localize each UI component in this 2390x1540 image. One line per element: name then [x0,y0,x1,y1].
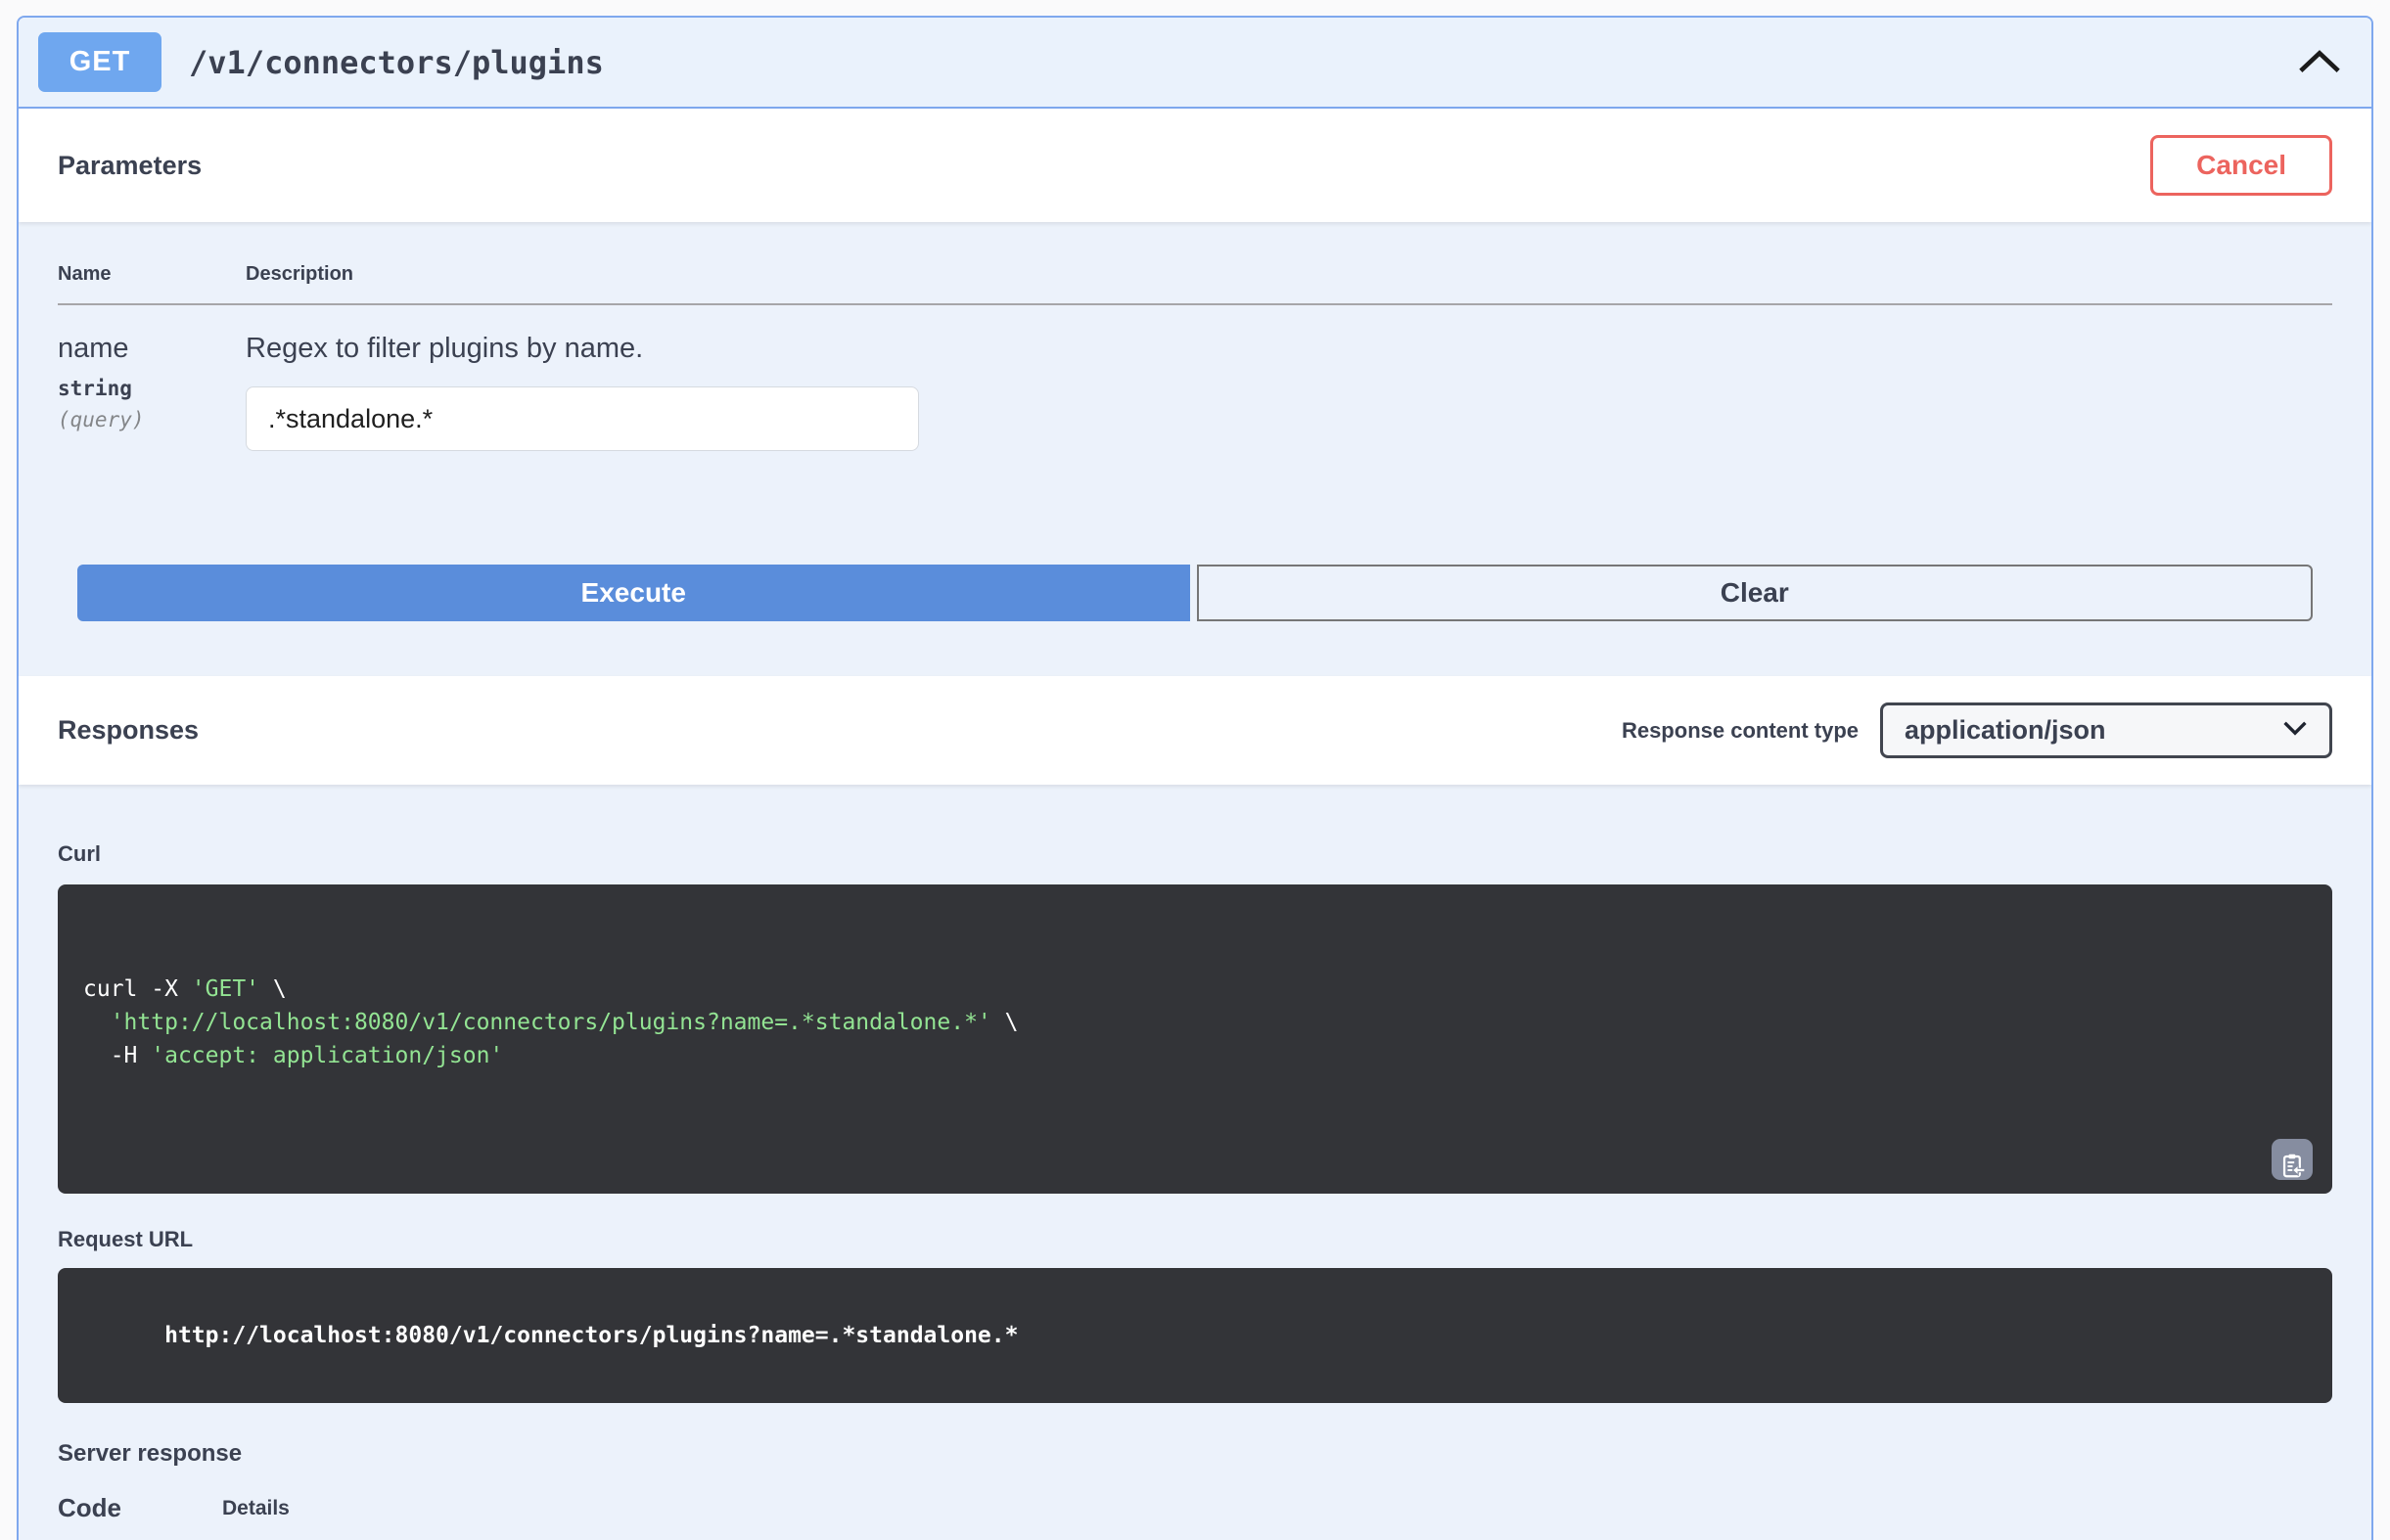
copy-to-clipboard-button[interactable] [2272,1139,2313,1180]
responses-header: Responses Response content type applicat… [19,676,2371,785]
parameters-header: Parameters Cancel [19,109,2371,222]
execute-button[interactable]: Execute [77,565,1190,621]
responses-title: Responses [58,715,1622,746]
parameter-name: name [58,333,246,365]
parameter-description-cell: Regex to filter plugins by name. [246,305,2332,451]
response-content-type-label: Response content type [1622,718,1859,744]
server-response-table: Code Details 200 Response body [ { "name… [58,1493,2332,1540]
operation-block-get: GET /v1/connectors/plugins Parameters Ca… [17,16,2373,1540]
operation-summary[interactable]: GET /v1/connectors/plugins [19,18,2371,109]
curl-command-text: curl -X 'GET' \ 'http://localhost:8080/v… [83,973,2307,1072]
request-url-text: http://localhost:8080/v1/connectors/plug… [164,1323,1018,1348]
http-method-badge: GET [38,32,161,92]
curl-command-block: curl -X 'GET' \ 'http://localhost:8080/v… [58,884,2332,1194]
parameter-type: string [58,377,246,400]
chevron-up-icon [2297,64,2342,78]
curl-label: Curl [58,841,2332,867]
collapse-button[interactable] [2291,42,2348,82]
column-header-details: Details [222,1493,2332,1540]
parameter-location: (query) [58,408,246,431]
parameters-area: Name Description name string (query) Reg… [19,222,2371,676]
chevron-down-icon [2282,720,2308,741]
execute-row: Execute Clear [77,565,2313,621]
parameter-value-input[interactable] [246,386,919,451]
parameter-description: Regex to filter plugins by name. [246,333,2332,365]
parameters-title: Parameters [58,151,2150,181]
response-content-type-value: application/json [1905,715,2282,746]
column-header-description: Description [246,263,2332,303]
response-content-type-select[interactable]: application/json [1880,702,2332,758]
parameter-name-cell: name string (query) [58,305,246,451]
clear-button[interactable]: Clear [1197,565,2314,621]
column-header-code: Code [58,1493,222,1540]
cancel-button[interactable]: Cancel [2150,135,2332,196]
request-url-label: Request URL [58,1227,2332,1252]
endpoint-path: /v1/connectors/plugins [189,44,604,81]
responses-content: Curl curl -X 'GET' \ 'http://localhost:8… [19,785,2371,1540]
clipboard-copy-icon [2272,1123,2313,1197]
server-response-label: Server response [58,1440,2332,1468]
column-header-name: Name [58,263,246,303]
parameters-table: Name Description name string (query) Reg… [58,263,2332,451]
request-url-block: http://localhost:8080/v1/connectors/plug… [58,1268,2332,1403]
